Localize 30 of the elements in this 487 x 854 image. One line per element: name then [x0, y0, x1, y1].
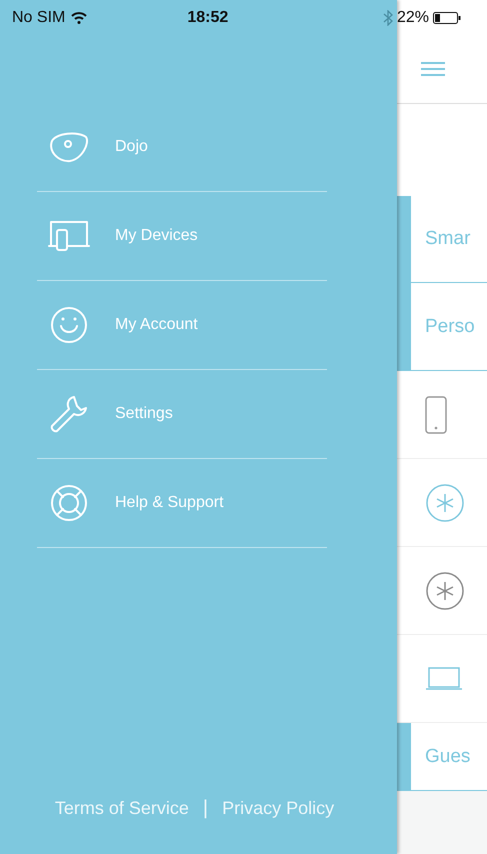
lifebuoy-icon — [50, 484, 88, 522]
menu-item[interactable]: My Devices — [37, 192, 327, 281]
wifi-icon — [71, 12, 88, 24]
device-row[interactable] — [397, 635, 487, 723]
menu-item[interactable]: Help & Support — [37, 459, 327, 548]
section-title: Perso — [425, 316, 475, 338]
section-header[interactable]: Smar — [397, 196, 487, 283]
smiley-icon — [50, 306, 88, 344]
clock-time: 18:52 — [187, 8, 228, 26]
section-title: Gues — [425, 746, 470, 768]
device-row[interactable] — [397, 459, 487, 547]
device-row[interactable] — [397, 547, 487, 635]
battery-percent: 22% — [397, 8, 430, 26]
terms-link[interactable]: Terms of Service — [54, 798, 189, 818]
pebble-icon — [48, 131, 90, 163]
bluetooth-icon — [383, 10, 393, 26]
separator-text: | — [202, 796, 208, 820]
section-header[interactable]: Gues — [397, 723, 487, 791]
carrier-text: No SIM — [12, 8, 66, 26]
device-row[interactable] — [397, 371, 487, 459]
battery-icon — [433, 12, 462, 24]
privacy-link[interactable]: Privacy Policy — [222, 798, 334, 818]
wrench-icon — [49, 394, 89, 434]
devices-icon — [48, 220, 90, 252]
menu-icon[interactable] — [421, 61, 445, 77]
menu-item[interactable]: Settings — [37, 370, 327, 459]
menu-item[interactable]: Dojo — [37, 103, 327, 192]
section-title: Smar — [425, 228, 470, 250]
menu-item[interactable]: My Account — [37, 281, 327, 370]
section-header[interactable]: Perso — [397, 283, 487, 371]
